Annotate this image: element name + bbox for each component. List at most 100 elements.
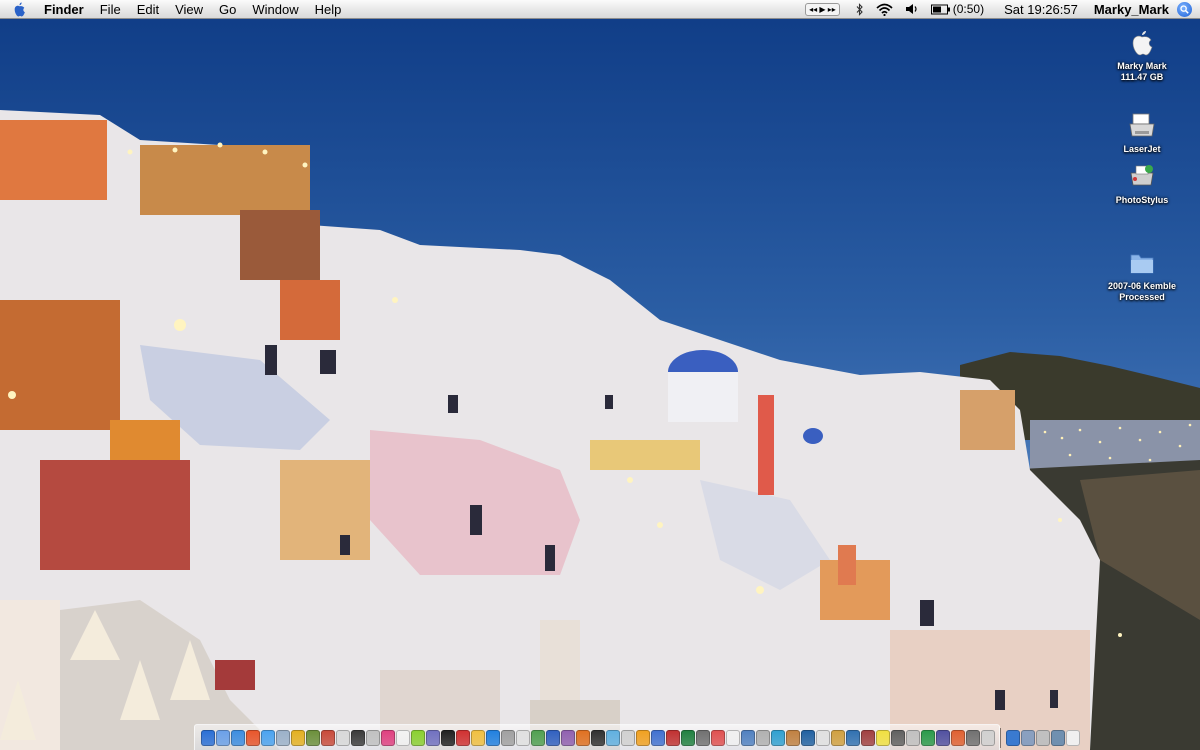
media-control-symbols: ◂◂ ▶ ▸▸	[809, 4, 836, 14]
desktop-icon-label: Marky Mark	[1117, 61, 1167, 71]
dock-app-icon[interactable]	[636, 729, 650, 746]
spotlight-button[interactable]	[1177, 1, 1192, 17]
wifi-menu[interactable]	[876, 0, 893, 19]
dock-app-icon[interactable]	[786, 729, 800, 746]
wifi-icon	[876, 3, 893, 16]
dock-app-icon[interactable]	[561, 729, 575, 746]
dock-stack-icon[interactable]	[1006, 729, 1020, 746]
menu-bar: Finder File Edit View Go Window Help ◂◂ …	[0, 0, 1200, 19]
dock-app-icon[interactable]	[681, 729, 695, 746]
dock-separator	[1000, 727, 1001, 748]
menu-help[interactable]: Help	[307, 0, 350, 19]
printer-icon	[1125, 109, 1159, 143]
desktop-icon-folder[interactable]: 2007-06 Kemble Processed	[1097, 246, 1187, 302]
dock-app-icon[interactable]	[486, 729, 500, 746]
apple-menu[interactable]	[0, 0, 38, 19]
desktop-icon-label-line1: 2007-06 Kemble	[1107, 281, 1177, 291]
dock-app-icon[interactable]	[876, 729, 890, 746]
dock-app-icon[interactable]	[411, 729, 425, 746]
dock-app-icon[interactable]	[831, 729, 845, 746]
dock-app-icon[interactable]	[921, 729, 935, 746]
dock-stack-icon[interactable]	[1036, 729, 1050, 746]
dock-app-icon[interactable]	[771, 729, 785, 746]
dock-app-icon[interactable]	[621, 729, 635, 746]
desktop-icon-laserjet[interactable]: LaserJet	[1097, 109, 1187, 154]
dock-app-icon[interactable]	[696, 729, 710, 746]
dock-app-icon[interactable]	[651, 729, 665, 746]
dock	[194, 724, 1080, 750]
dock-app-icon[interactable]	[891, 729, 905, 746]
dock-app-icon[interactable]	[966, 729, 980, 746]
dock-app-icon[interactable]	[306, 729, 320, 746]
menu-edit[interactable]: Edit	[129, 0, 167, 19]
dock-app-icon[interactable]	[546, 729, 560, 746]
dock-app-icon[interactable]	[801, 729, 815, 746]
dock-app-icon[interactable]	[591, 729, 605, 746]
dock-app-icon[interactable]	[231, 729, 245, 746]
menu-extras: ◂◂ ▶ ▸▸ (0:50) Sat 19:26:57 Marky_Mark	[805, 0, 1200, 19]
desktop-icon-label: LaserJet	[1123, 144, 1161, 154]
desktop: Marky Mark 111.47 GB LaserJet PhotoStylu…	[0, 0, 1200, 750]
menu-file[interactable]: File	[92, 0, 129, 19]
dock-app-icon[interactable]	[516, 729, 530, 746]
desktop-icon-hard-drive[interactable]: Marky Mark 111.47 GB	[1097, 26, 1187, 82]
dock-app-icon[interactable]	[741, 729, 755, 746]
desktop-icon-photostylus[interactable]: PhotoStylus	[1097, 160, 1187, 205]
dock-app-icon[interactable]	[726, 729, 740, 746]
dock-app-icon[interactable]	[216, 729, 230, 746]
dock-app-icon[interactable]	[276, 729, 290, 746]
menu-clock[interactable]: Sat 19:26:57	[1004, 2, 1078, 17]
dock-app-icon[interactable]	[936, 729, 950, 746]
dock-app-icon[interactable]	[396, 729, 410, 746]
desktop-icon-label: PhotoStylus	[1115, 195, 1169, 205]
volume-icon	[905, 4, 917, 14]
battery-icon	[930, 4, 950, 14]
dock-app-icon[interactable]	[711, 729, 725, 746]
bluetooth-menu[interactable]	[856, 0, 864, 19]
dock-app-icon[interactable]	[291, 729, 305, 746]
dock-app-icon[interactable]	[846, 729, 860, 746]
dock-app-icon[interactable]	[981, 729, 995, 746]
dock-stack-icon[interactable]	[1066, 729, 1080, 746]
dock-app-icon[interactable]	[501, 729, 515, 746]
dock-app-icon[interactable]	[906, 729, 920, 746]
menu-window[interactable]: Window	[244, 0, 306, 19]
dock-app-icon[interactable]	[351, 729, 365, 746]
dock-app-icon[interactable]	[441, 729, 455, 746]
dock-app-icon[interactable]	[246, 729, 260, 746]
dock-app-icon[interactable]	[336, 729, 350, 746]
dock-app-icon[interactable]	[321, 729, 335, 746]
dock-app-icon[interactable]	[426, 729, 440, 746]
menu-go[interactable]: Go	[211, 0, 244, 19]
apple-icon	[14, 2, 25, 16]
menu-finder[interactable]: Finder	[38, 0, 92, 19]
dock-app-icon[interactable]	[201, 729, 215, 746]
fast-user-switch-menu[interactable]: Marky_Mark	[1094, 2, 1169, 17]
bluetooth-icon	[856, 2, 863, 16]
dock-app-icon[interactable]	[951, 729, 965, 746]
dock-app-icon[interactable]	[756, 729, 770, 746]
dock-stack-icon[interactable]	[1051, 729, 1065, 746]
dock-stack-icon[interactable]	[1021, 729, 1035, 746]
dock-app-icon[interactable]	[666, 729, 680, 746]
inkjet-printer-icon	[1125, 160, 1159, 194]
dock-app-icon[interactable]	[861, 729, 875, 746]
apple-drive-icon	[1125, 26, 1159, 60]
dock-app-icon[interactable]	[471, 729, 485, 746]
dock-app-icon[interactable]	[366, 729, 380, 746]
dock-app-icon[interactable]	[816, 729, 830, 746]
dock-app-icon[interactable]	[381, 729, 395, 746]
dock-app-icon[interactable]	[261, 729, 275, 746]
dock-app-icon[interactable]	[531, 729, 545, 746]
dock-app-icon[interactable]	[576, 729, 590, 746]
battery-menu[interactable]: (0:50)	[930, 0, 984, 19]
wallpaper-santorini-night	[0, 110, 1200, 750]
menu-view[interactable]: View	[167, 0, 211, 19]
media-control[interactable]: ◂◂ ▶ ▸▸	[805, 2, 840, 16]
dock-app-icon[interactable]	[606, 729, 620, 746]
volume-menu[interactable]	[905, 0, 919, 19]
desktop-icon-detail: 111.47 GB	[1120, 72, 1164, 82]
folder-icon	[1125, 246, 1159, 280]
dock-app-icon[interactable]	[456, 729, 470, 746]
spotlight-icon	[1180, 4, 1189, 14]
